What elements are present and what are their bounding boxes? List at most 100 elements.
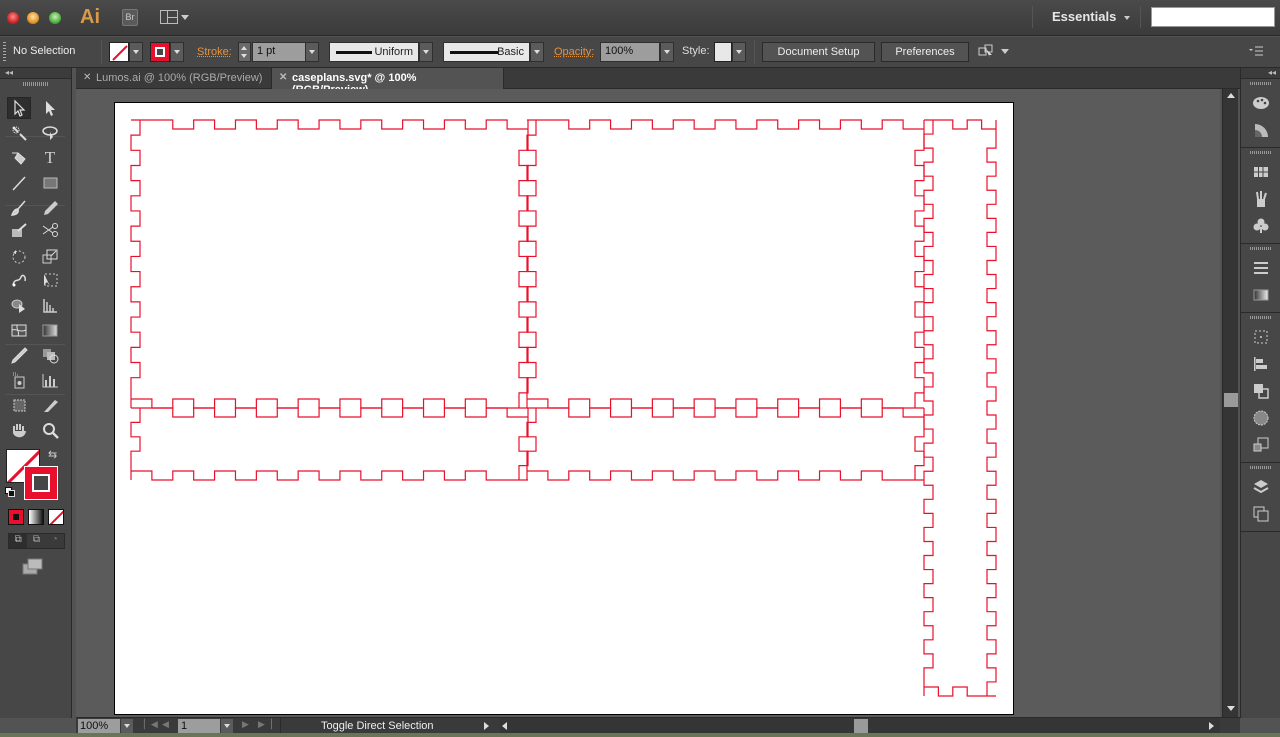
chevron-down-icon[interactable]: [1124, 16, 1130, 20]
zoom-window-button[interactable]: [49, 12, 61, 24]
profile-dropdown[interactable]: [419, 42, 433, 62]
drag-handle[interactable]: [1249, 466, 1272, 469]
artboard[interactable]: [114, 102, 1014, 715]
transform-icon[interactable]: [1241, 323, 1280, 350]
pathfinder-icon[interactable]: [1241, 377, 1280, 404]
horizontal-scrollbar[interactable]: [500, 718, 1220, 734]
layers-icon[interactable]: [1241, 473, 1280, 500]
fill-swatch[interactable]: [109, 42, 129, 62]
stroke-indicator[interactable]: [24, 466, 58, 500]
status-menu-icon[interactable]: [484, 722, 489, 730]
zoom-level-field[interactable]: 100%: [78, 719, 120, 733]
brush-definition[interactable]: Basic: [443, 42, 530, 62]
blob-brush-tool[interactable]: [7, 219, 31, 241]
drag-handle[interactable]: [3, 42, 6, 62]
scroll-up-icon[interactable]: [1227, 93, 1235, 98]
pen-tool[interactable]: [7, 147, 31, 169]
lasso-tool[interactable]: [38, 122, 62, 144]
previous-artboard-icon[interactable]: ◀: [162, 719, 169, 730]
type-tool[interactable]: T: [38, 147, 62, 169]
stroke-weight-stepper[interactable]: [238, 42, 251, 62]
color-guide-icon[interactable]: [1241, 116, 1280, 143]
draw-behind-icon[interactable]: ⧉: [27, 534, 45, 548]
selection-tool[interactable]: [7, 97, 31, 119]
rectangle-tool[interactable]: [38, 172, 62, 194]
arrange-documents-icon[interactable]: [160, 10, 178, 24]
workspace-switcher[interactable]: Essentials: [1052, 9, 1116, 24]
collapse-panel-icon[interactable]: ◂◂: [0, 68, 71, 79]
line-segment-tool[interactable]: [7, 172, 31, 194]
warp-tool[interactable]: [7, 269, 31, 291]
vertical-scroll-thumb[interactable]: [1224, 393, 1238, 407]
stroke-panel-icon[interactable]: [1241, 254, 1280, 281]
drag-handle[interactable]: [22, 82, 49, 86]
gradient-tool[interactable]: [38, 319, 62, 341]
pencil-tool[interactable]: [38, 197, 62, 219]
next-artboard-icon[interactable]: ▶: [242, 719, 249, 730]
last-artboard-icon[interactable]: ▶▕: [258, 719, 272, 730]
tab-lumos[interactable]: ✕ Lumos.ai @ 100% (RGB/Preview): [76, 68, 272, 89]
gradient-mode-button[interactable]: [28, 509, 44, 525]
scissors-tool[interactable]: [38, 219, 62, 241]
opacity-label[interactable]: Opacity:: [554, 46, 594, 58]
stroke-weight-field[interactable]: 1 pt: [252, 42, 306, 62]
status-text[interactable]: Toggle Direct Selection: [280, 718, 480, 734]
first-artboard-icon[interactable]: ▏◀: [144, 719, 158, 730]
draw-normal-icon[interactable]: ⧉: [9, 534, 28, 548]
fill-dropdown[interactable]: [129, 42, 143, 62]
swatches-icon[interactable]: [1241, 158, 1280, 185]
blend-tool[interactable]: [38, 344, 62, 366]
color-panel-icon[interactable]: [1241, 89, 1280, 116]
panel-menu-icon[interactable]: [1248, 45, 1264, 57]
transparency-icon[interactable]: [1241, 404, 1280, 431]
symbols-icon[interactable]: [1241, 212, 1280, 239]
appearance-icon[interactable]: [1241, 431, 1280, 458]
chevron-down-icon[interactable]: [1001, 49, 1009, 54]
gradient-panel-icon[interactable]: [1241, 281, 1280, 308]
stroke-dropdown[interactable]: [170, 42, 184, 62]
artboard-tool[interactable]: [7, 394, 31, 416]
drag-handle[interactable]: [1249, 247, 1272, 250]
document-setup-button[interactable]: Document Setup: [762, 42, 875, 62]
free-transform-tool[interactable]: [38, 269, 62, 291]
stroke-swatch[interactable]: [150, 42, 170, 62]
column-graph-tool[interactable]: [38, 369, 62, 391]
eyedropper-tool[interactable]: [7, 344, 31, 366]
slice-tool[interactable]: [38, 394, 62, 416]
perspective-grid-tool[interactable]: [38, 294, 62, 316]
style-dropdown[interactable]: [732, 42, 746, 62]
artboards-icon[interactable]: [1241, 500, 1280, 527]
drag-handle[interactable]: [1249, 151, 1272, 154]
vertical-scrollbar[interactable]: [1222, 89, 1238, 717]
stroke-label[interactable]: Stroke:: [197, 46, 232, 58]
mesh-tool[interactable]: [7, 319, 31, 341]
close-tab-icon[interactable]: ✕: [83, 72, 91, 83]
opacity-field[interactable]: 100%: [600, 42, 660, 62]
horizontal-scroll-thumb[interactable]: [854, 719, 868, 733]
preferences-button[interactable]: Preferences: [881, 42, 969, 62]
collapse-panel-icon[interactable]: ◂◂: [1241, 68, 1280, 79]
change-screen-mode-icon[interactable]: [22, 558, 44, 576]
opacity-dropdown[interactable]: [660, 42, 674, 62]
isolate-selected-icon[interactable]: [978, 44, 996, 60]
scroll-down-icon[interactable]: [1227, 706, 1235, 711]
search-input[interactable]: [1151, 7, 1275, 27]
zoom-tool[interactable]: [38, 419, 62, 441]
symbol-sprayer-tool[interactable]: [7, 369, 31, 391]
paintbrush-tool[interactable]: [7, 197, 31, 219]
tab-caseplans[interactable]: ✕ caseplans.svg* @ 100% (RGB/Preview): [272, 68, 504, 96]
magic-wand-tool[interactable]: [7, 122, 31, 144]
minimize-window-button[interactable]: [27, 12, 39, 24]
graphic-style-swatch[interactable]: [714, 42, 732, 62]
artboard-number-field[interactable]: 1: [178, 719, 220, 733]
swap-fill-stroke-icon[interactable]: ⇆: [48, 448, 57, 461]
none-mode-button[interactable]: [48, 509, 64, 525]
default-fill-stroke-icon[interactable]: [5, 487, 15, 497]
color-mode-button[interactable]: [8, 509, 24, 525]
brushes-icon[interactable]: [1241, 185, 1280, 212]
direct-selection-tool[interactable]: [38, 97, 62, 119]
close-window-button[interactable]: [7, 12, 19, 24]
close-tab-icon[interactable]: ✕: [279, 72, 287, 83]
drag-handle[interactable]: [1249, 82, 1272, 85]
zoom-dropdown[interactable]: [121, 719, 133, 733]
